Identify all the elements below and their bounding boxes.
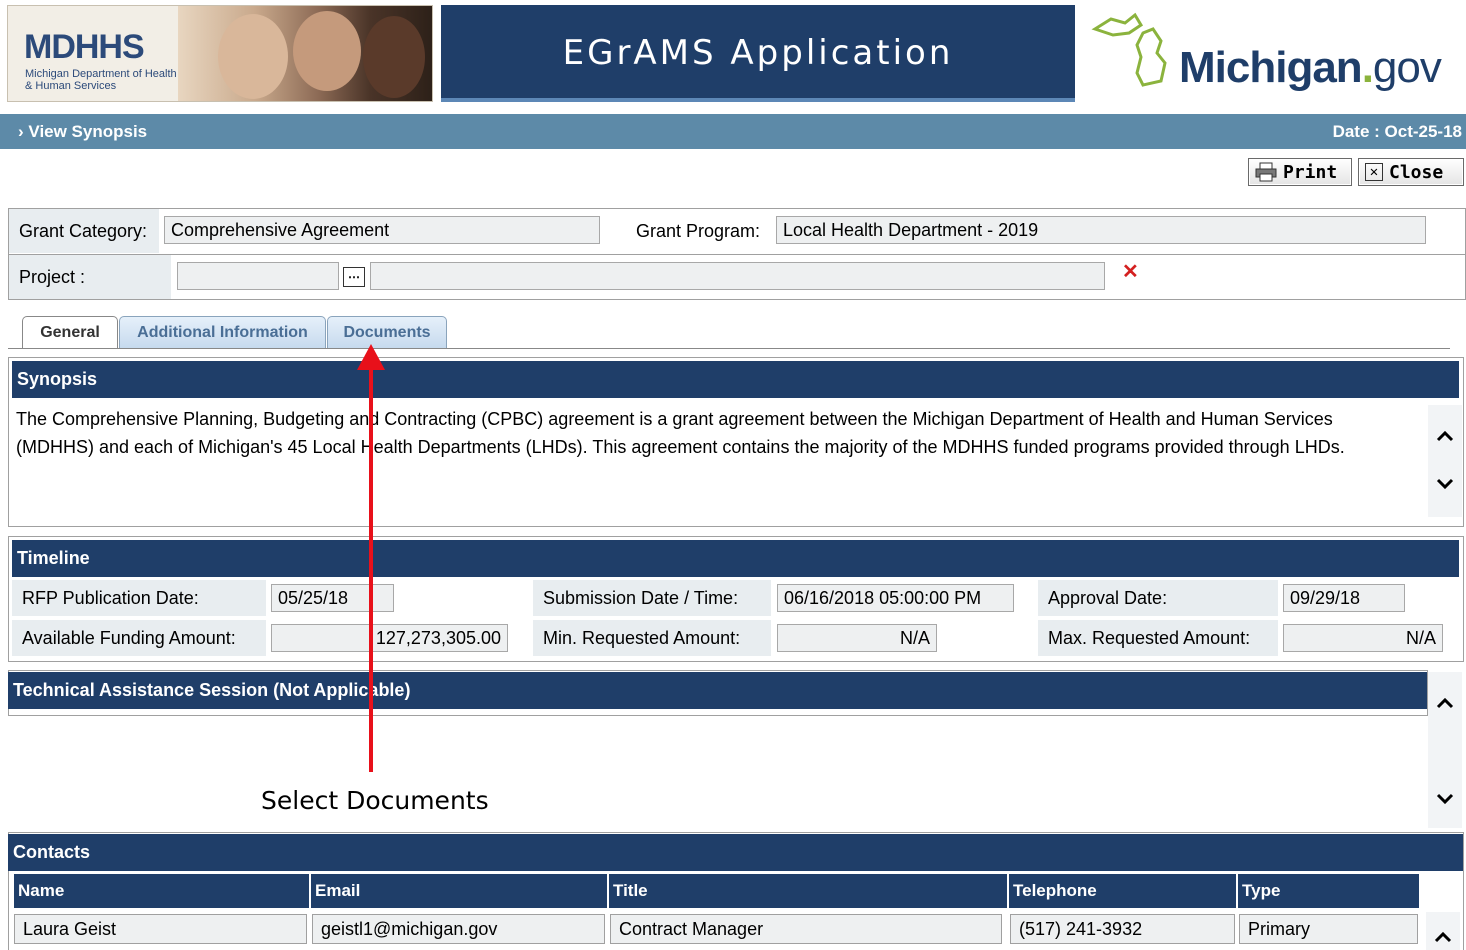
contact-telephone-cell: (517) 241-3932: [1010, 914, 1235, 944]
wordmark-dot: .: [1361, 43, 1374, 92]
contact-title-cell: Contract Manager: [610, 914, 1002, 944]
approval-date-field: 09/29/18: [1283, 584, 1405, 612]
photo-face: [218, 14, 288, 99]
annotation-arrow-head-icon: [357, 344, 385, 370]
chevron-up-icon[interactable]: [1434, 425, 1456, 447]
chevron-up-icon[interactable]: [1432, 926, 1454, 948]
clear-project-icon[interactable]: ✕: [1122, 259, 1139, 284]
min-amount-label: Min. Requested Amount:: [533, 620, 771, 656]
synopsis-text: The Comprehensive Planning, Budgeting an…: [16, 409, 1345, 457]
project-name-field[interactable]: [370, 262, 1105, 290]
page-date: Date : Oct-25-18: [1332, 122, 1462, 141]
rfp-date-label: RFP Publication Date:: [12, 580, 266, 616]
mdhhs-logo: MDHHS Michigan Department of Health & Hu…: [7, 5, 433, 102]
approval-date-label: Approval Date:: [1038, 580, 1278, 616]
synopsis-scrollbar[interactable]: [1428, 405, 1462, 517]
timeline-heading: Timeline: [12, 540, 1459, 577]
contact-type-cell: Primary: [1239, 914, 1418, 944]
submission-date-field: 06/16/2018 05:00:00 PM: [777, 584, 1014, 612]
max-amount-label: Max. Requested Amount:: [1038, 620, 1278, 656]
grant-category-field: Comprehensive Agreement: [164, 216, 600, 244]
project-label: Project :: [9, 255, 171, 299]
synopsis-heading: Synopsis: [12, 361, 1459, 398]
contact-email-cell: geistl1@michigan.gov: [312, 914, 605, 944]
close-button[interactable]: ✕ Close: [1358, 158, 1464, 186]
tech-session-scrollbar[interactable]: [1428, 672, 1462, 828]
column-header-telephone[interactable]: Telephone: [1009, 874, 1238, 908]
ellipsis-icon: ⋯: [348, 270, 360, 284]
printer-icon: [1255, 162, 1277, 182]
print-label: Print: [1283, 161, 1338, 183]
close-label: Close: [1389, 161, 1444, 183]
tech-session-heading: Technical Assistance Session (Not Applic…: [8, 672, 1427, 709]
michigan-gov-logo[interactable]: Michigan.gov: [1075, 5, 1466, 102]
grant-program-field: Local Health Department - 2019: [776, 216, 1426, 244]
project-lookup-button[interactable]: ⋯: [343, 267, 365, 287]
funding-amount-field: 127,273,305.00: [271, 624, 508, 652]
app-title: EGrAMS Application: [562, 33, 954, 73]
annotation-arrow-shaft: [369, 362, 373, 772]
tab-general[interactable]: General: [22, 316, 118, 348]
min-amount-field: N/A: [777, 624, 937, 652]
contacts-scrollbar[interactable]: [1426, 912, 1460, 950]
divider: [9, 254, 1465, 255]
photo-face: [293, 11, 361, 91]
column-header-email[interactable]: Email: [311, 874, 609, 908]
tab-additional-information[interactable]: Additional Information: [119, 316, 326, 348]
funding-amount-label: Available Funding Amount:: [12, 620, 266, 656]
header-banner: MDHHS Michigan Department of Health & Hu…: [0, 0, 1466, 108]
page-title-text: View Synopsis: [28, 122, 148, 141]
chevron-down-icon[interactable]: [1434, 473, 1456, 495]
tab-label: Additional Information: [137, 323, 308, 341]
print-button[interactable]: Print: [1248, 158, 1352, 186]
grant-program-label: Grant Program:: [626, 209, 772, 253]
page-title-bar: › View Synopsis Date : Oct-25-18: [0, 114, 1466, 149]
close-icon: ✕: [1365, 163, 1383, 181]
michigan-gov-wordmark: Michigan.gov: [1179, 43, 1442, 93]
tab-label: Documents: [343, 323, 431, 341]
grant-category-label: Grant Category:: [9, 209, 159, 253]
chevron-down-icon[interactable]: [1434, 788, 1456, 810]
photo-face: [363, 16, 425, 98]
wordmark-main: Michigan: [1179, 43, 1363, 92]
project-code-field[interactable]: [177, 262, 339, 290]
rfp-date-field: 05/25/18: [271, 584, 394, 612]
app-title-box: EGrAMS Application: [441, 5, 1075, 102]
tab-underline: [8, 348, 1450, 349]
tab-label: General: [40, 323, 100, 341]
mdhhs-logo-subtitle: Michigan Department of Health & Human Se…: [25, 68, 177, 92]
contacts-heading: Contacts: [8, 834, 1463, 871]
wordmark-suffix: gov: [1372, 43, 1442, 92]
contact-name-cell: Laura Geist: [14, 914, 307, 944]
tab-documents[interactable]: Documents: [327, 316, 447, 348]
column-header-name[interactable]: Name: [14, 874, 311, 908]
page-title: › View Synopsis: [18, 122, 147, 142]
column-header-type[interactable]: Type: [1238, 874, 1421, 908]
submission-date-label: Submission Date / Time:: [533, 580, 771, 616]
column-header-title[interactable]: Title: [609, 874, 1009, 908]
annotation-label: Select Documents: [261, 786, 489, 815]
chevron-up-icon[interactable]: [1434, 692, 1456, 714]
michigan-map-icon: [1091, 12, 1167, 87]
max-amount-field: N/A: [1283, 624, 1443, 652]
page-title-bullet-icon: ›: [18, 122, 24, 141]
mdhhs-logo-text: MDHHS: [24, 28, 145, 66]
